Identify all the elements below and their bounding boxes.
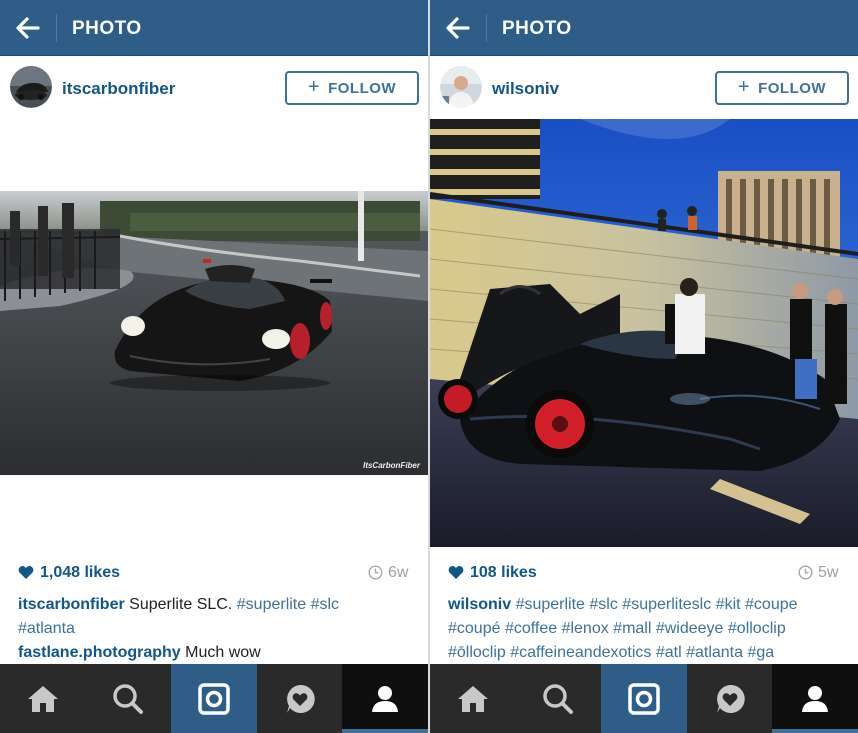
avatar[interactable] [440, 66, 482, 108]
screen-left: PHOTO itscarbonfiber + FOLLOW ItsCarbonF… [0, 0, 428, 733]
activity-heart-icon [716, 684, 745, 713]
post-time: 5w [818, 564, 839, 581]
post-username[interactable]: wilsoniv [492, 79, 559, 99]
post-photo-area [430, 119, 858, 547]
caption: itscarbonfiber Superlite SLC. #superlite… [18, 593, 422, 665]
appbar-divider [486, 14, 487, 42]
app-bar: PHOTO [430, 0, 858, 56]
back-button[interactable] [440, 10, 476, 46]
tab-profile[interactable] [772, 664, 858, 733]
tab-activity[interactable] [687, 664, 773, 733]
comment-username[interactable]: fastlane.photography [18, 644, 181, 661]
heart-icon[interactable] [448, 565, 464, 580]
caption-hashtags[interactable]: #atlanta [18, 620, 75, 637]
home-icon [27, 685, 58, 712]
caption: wilsoniv #superlite #slc #superliteslc #… [448, 593, 852, 665]
tab-home[interactable] [0, 664, 86, 733]
follow-button[interactable]: + FOLLOW [715, 71, 849, 105]
caption-hashtags[interactable]: #coupé #coffee #lenox #mall #wideeye #ol… [448, 620, 786, 637]
post-meta: 108 likes 5w [430, 558, 858, 588]
page-title: PHOTO [72, 18, 142, 39]
clock-icon [368, 565, 383, 580]
profile-icon [802, 685, 829, 712]
post-time: 6w [388, 564, 409, 581]
post-photo[interactable] [430, 119, 858, 547]
post-meta: 1,048 likes 6w [0, 558, 428, 588]
tab-search[interactable] [86, 664, 172, 733]
follow-label: FOLLOW [758, 79, 827, 97]
search-icon [543, 683, 574, 714]
post-username[interactable]: itscarbonfiber [62, 79, 175, 99]
caption-hashtags[interactable]: #superlite #slc [237, 596, 339, 613]
appbar-divider [56, 14, 57, 42]
follow-label: FOLLOW [328, 79, 397, 97]
caption-username[interactable]: itscarbonfiber [18, 596, 125, 613]
search-icon [113, 683, 144, 714]
post-header: wilsoniv + FOLLOW [430, 57, 858, 119]
photo-watermark: ItsCarbonFiber [363, 461, 421, 470]
avatar[interactable] [10, 66, 52, 108]
comment-text: Much wow [185, 644, 261, 661]
arrow-left-icon [16, 17, 40, 39]
likes-count[interactable]: 108 likes [470, 564, 537, 582]
caption-hashtags[interactable]: #superlite #slc #superliteslc #kit #coup… [516, 596, 798, 613]
tab-profile[interactable] [342, 664, 428, 733]
follow-button[interactable]: + FOLLOW [285, 71, 419, 105]
tab-camera[interactable] [171, 664, 257, 733]
profile-icon [372, 685, 399, 712]
bottom-tab-bar [0, 664, 428, 733]
app-bar: PHOTO [0, 0, 428, 56]
post-photo-area: ItsCarbonFiber [0, 119, 428, 547]
back-button[interactable] [10, 10, 46, 46]
caption-text: Superlite SLC. [129, 596, 233, 613]
tab-search[interactable] [516, 664, 602, 733]
bottom-tab-bar [430, 664, 858, 733]
post-photo[interactable]: ItsCarbonFiber [0, 191, 428, 475]
screen-right: PHOTO wilsoniv + FOLLOW 108 likes 5w wil… [430, 0, 858, 733]
plus-icon: + [737, 75, 751, 98]
page-title: PHOTO [502, 18, 572, 39]
tab-activity[interactable] [257, 664, 343, 733]
post-header: itscarbonfiber + FOLLOW [0, 57, 428, 119]
heart-icon[interactable] [18, 565, 34, 580]
camera-icon [198, 682, 230, 715]
active-tab-indicator [342, 729, 428, 733]
plus-icon: + [307, 75, 321, 98]
arrow-left-icon [446, 17, 470, 39]
camera-icon [628, 682, 660, 715]
caption-hashtags[interactable]: #ōlloclip #caffeineandexotics #atl #atla… [448, 644, 774, 661]
activity-heart-icon [286, 684, 315, 713]
active-tab-indicator [772, 729, 858, 733]
likes-count[interactable]: 1,048 likes [40, 564, 120, 582]
caption-username[interactable]: wilsoniv [448, 596, 511, 613]
clock-icon [798, 565, 813, 580]
home-icon [457, 685, 488, 712]
tab-camera[interactable] [601, 664, 687, 733]
tab-home[interactable] [430, 664, 516, 733]
